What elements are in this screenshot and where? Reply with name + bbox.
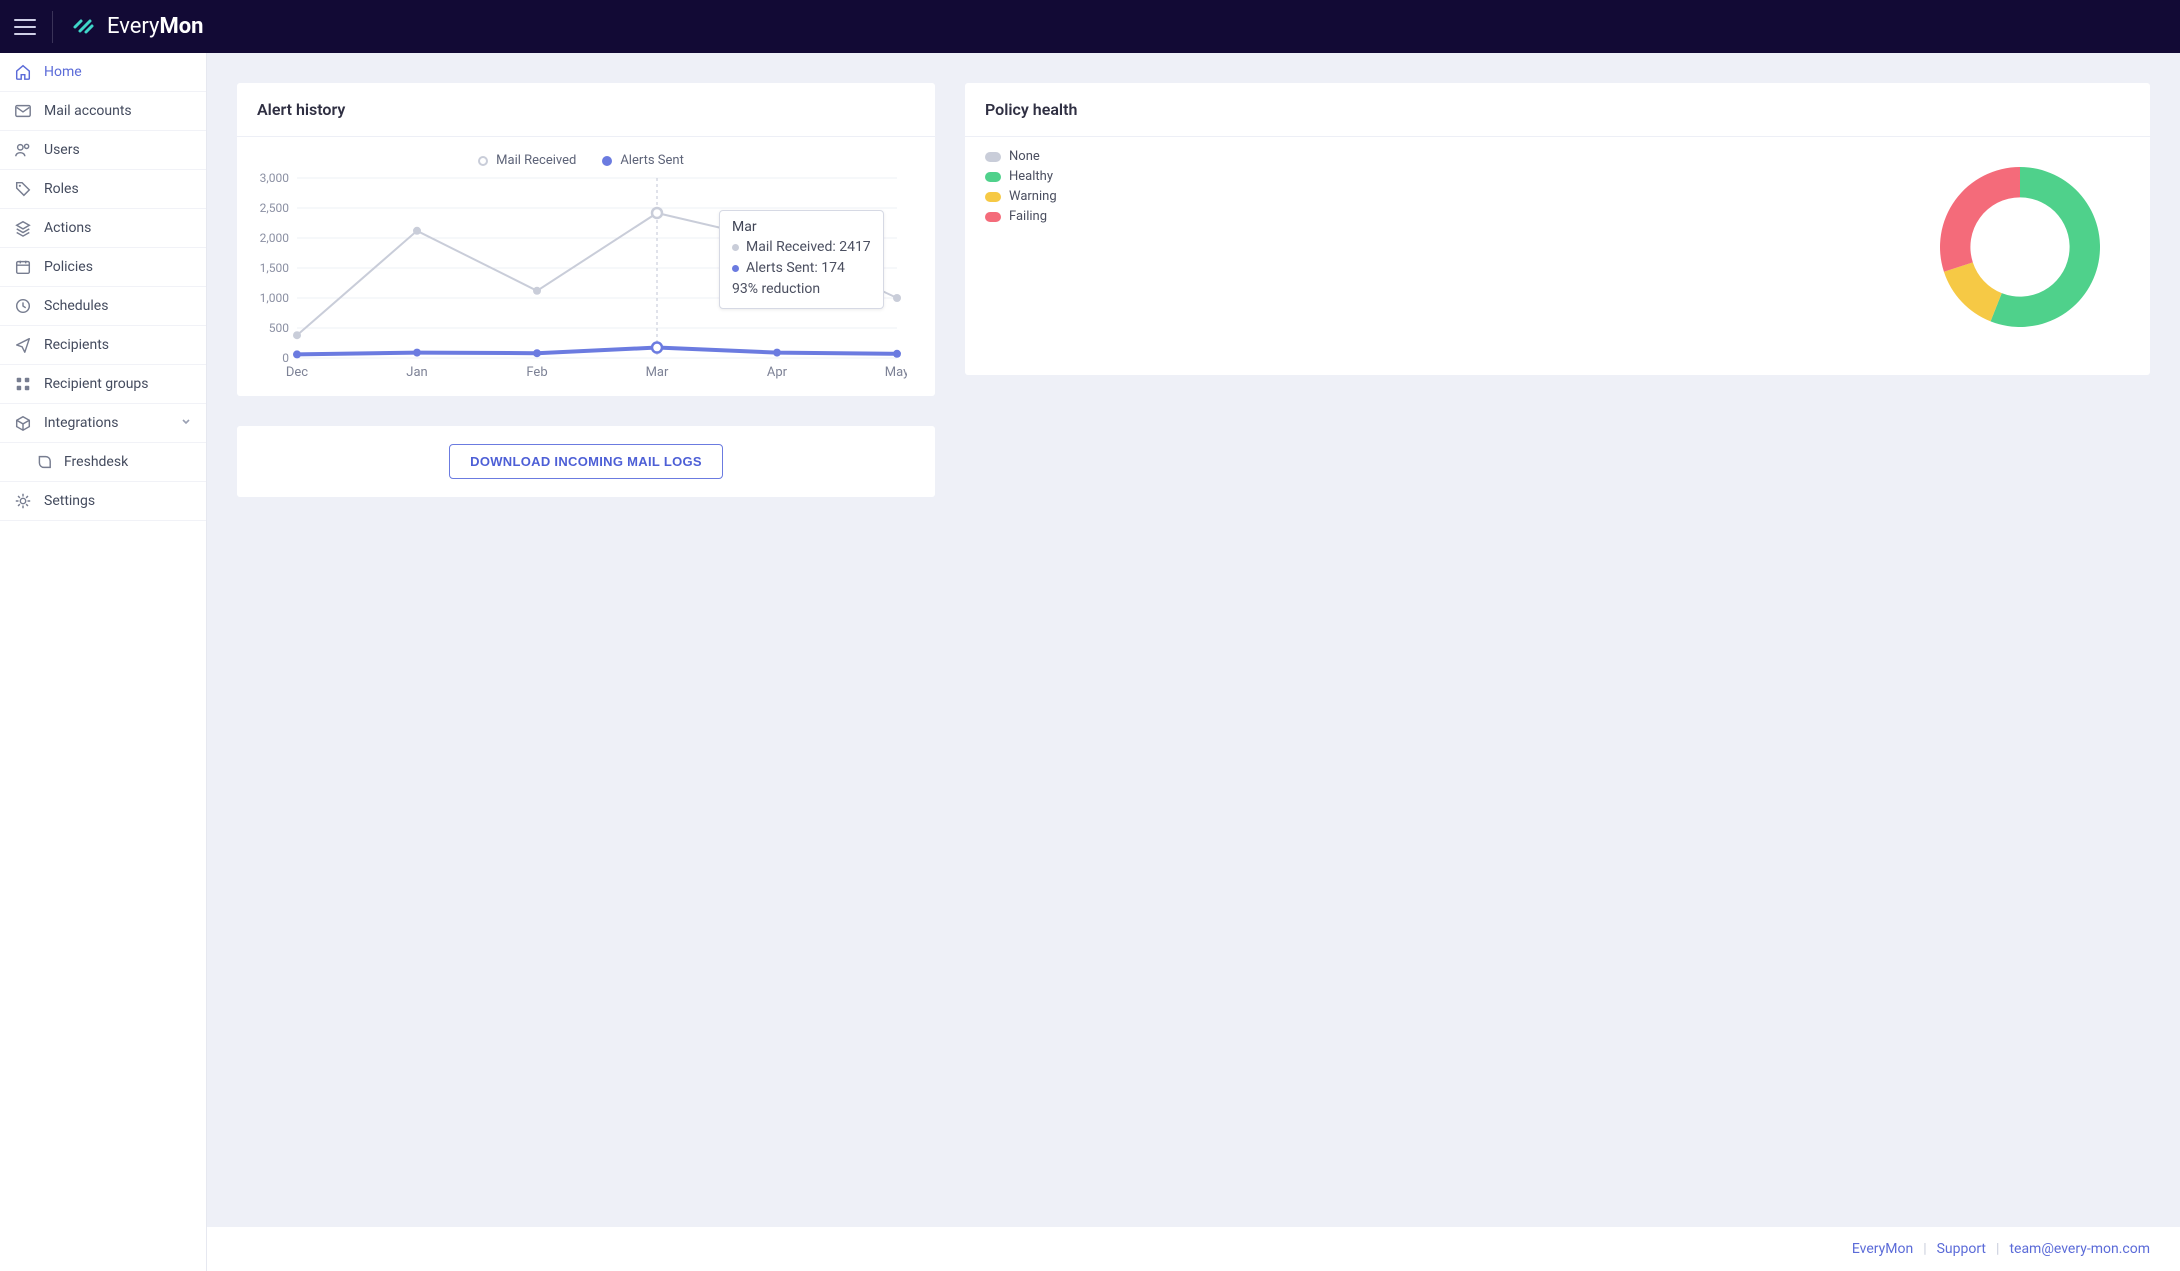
sidebar-item-label: Mail accounts xyxy=(44,103,132,119)
sidebar-item-label: Schedules xyxy=(44,298,108,314)
svg-text:May: May xyxy=(885,365,907,380)
brand-text: EveryMon xyxy=(107,14,203,39)
sidebar-item-actions[interactable]: Actions xyxy=(0,209,206,248)
legend-label: Healthy xyxy=(1009,169,1053,184)
footer: EveryMon | Support | team@every-mon.com xyxy=(207,1227,2180,1271)
legend-label: Alerts Sent xyxy=(620,153,684,168)
sidebar-item-freshdesk[interactable]: Freshdesk xyxy=(0,443,206,482)
sidebar-item-label: Users xyxy=(44,142,80,158)
swatch-healthy xyxy=(985,172,1001,182)
alert-history-card: Alert history Mail Received Alerts Sent … xyxy=(237,83,935,396)
home-icon xyxy=(14,63,32,81)
sidebar-item-label: Home xyxy=(44,64,82,80)
sidebar-item-mail-accounts[interactable]: Mail accounts xyxy=(0,92,206,131)
brand[interactable]: EveryMon xyxy=(69,11,203,43)
sidebar-item-users[interactable]: Users xyxy=(0,131,206,170)
swatch-warning xyxy=(985,192,1001,202)
sidebar-item-integrations[interactable]: Integrations xyxy=(0,404,206,443)
sidebar-item-recipients[interactable]: Recipients xyxy=(0,326,206,365)
calendar-icon xyxy=(14,258,32,276)
policy-health-donut[interactable] xyxy=(1920,147,2120,347)
grid-icon xyxy=(14,375,32,393)
legend-label: Mail Received xyxy=(496,153,576,168)
tooltip-row: Mail Received: 2417 xyxy=(746,237,871,258)
sidebar-item-label: Roles xyxy=(44,181,79,197)
svg-text:Mar: Mar xyxy=(646,365,669,380)
users-icon xyxy=(14,141,32,159)
sidebar-item-label: Integrations xyxy=(44,415,118,431)
legend-dot-alerts xyxy=(602,156,612,166)
topbar: EveryMon xyxy=(0,0,2180,53)
menu-toggle-button[interactable] xyxy=(14,19,36,35)
chart-legend: Mail Received Alerts Sent xyxy=(247,147,915,172)
legend-label: Warning xyxy=(1009,189,1057,204)
freshdesk-icon xyxy=(34,453,52,471)
tag-icon xyxy=(14,180,32,198)
footer-support-link[interactable]: Support xyxy=(1937,1241,1986,1257)
sidebar-item-home[interactable]: Home xyxy=(0,53,206,92)
bullet-icon xyxy=(732,265,739,272)
svg-text:1,500: 1,500 xyxy=(260,261,290,275)
mail-icon xyxy=(14,102,32,120)
layers-icon xyxy=(14,219,32,237)
sidebar: Home Mail accounts Users Roles Actions Polici… xyxy=(0,53,207,1271)
tooltip-reduction: 93% reduction xyxy=(732,279,820,300)
sidebar-item-roles[interactable]: Roles xyxy=(0,170,206,209)
tooltip-title: Mar xyxy=(732,219,871,235)
legend-label: None xyxy=(1009,149,1040,164)
card-title: Policy health xyxy=(965,83,2150,137)
sidebar-item-label: Policies xyxy=(44,259,93,275)
svg-text:1,000: 1,000 xyxy=(260,291,290,305)
download-mail-logs-button[interactable]: DOWNLOAD INCOMING MAIL LOGS xyxy=(449,444,723,479)
legend-label: Failing xyxy=(1009,209,1047,224)
chevron-down-icon xyxy=(180,415,192,431)
tooltip-row: Alerts Sent: 174 xyxy=(746,258,845,279)
svg-text:Jan: Jan xyxy=(406,365,427,380)
svg-text:2,000: 2,000 xyxy=(260,231,290,245)
swatch-failing xyxy=(985,212,1001,222)
sidebar-item-label: Recipients xyxy=(44,337,109,353)
bullet-icon xyxy=(732,244,739,251)
svg-text:Dec: Dec xyxy=(286,365,308,380)
sidebar-item-policies[interactable]: Policies xyxy=(0,248,206,287)
download-card: DOWNLOAD INCOMING MAIL LOGS xyxy=(237,426,935,497)
sidebar-item-settings[interactable]: Settings xyxy=(0,482,206,521)
card-title: Alert history xyxy=(237,83,935,137)
sidebar-item-recipient-groups[interactable]: Recipient groups xyxy=(0,365,206,404)
svg-text:500: 500 xyxy=(269,321,289,335)
policy-legend: None Healthy Warning Failing xyxy=(985,147,1057,224)
sidebar-item-label: Actions xyxy=(44,220,91,236)
send-icon xyxy=(14,336,32,354)
gear-icon xyxy=(14,492,32,510)
sidebar-item-label: Settings xyxy=(44,493,95,509)
clock-icon xyxy=(14,297,32,315)
footer-brand-link[interactable]: EveryMon xyxy=(1852,1241,1913,1257)
legend-dot-mail xyxy=(478,156,488,166)
svg-text:Feb: Feb xyxy=(526,365,547,380)
footer-email-link[interactable]: team@every-mon.com xyxy=(2009,1241,2150,1257)
divider xyxy=(52,11,53,43)
chart-tooltip: Mar Mail Received: 2417 Alerts Sent: 174… xyxy=(719,210,884,309)
svg-text:0: 0 xyxy=(282,351,289,365)
svg-text:3,000: 3,000 xyxy=(260,172,290,185)
svg-text:2,500: 2,500 xyxy=(260,201,290,215)
sidebar-item-label: Freshdesk xyxy=(64,454,128,470)
sidebar-item-schedules[interactable]: Schedules xyxy=(0,287,206,326)
swatch-none xyxy=(985,152,1001,162)
svg-text:Apr: Apr xyxy=(767,365,788,380)
sidebar-item-label: Recipient groups xyxy=(44,376,149,392)
logo-icon xyxy=(69,11,97,43)
policy-health-card: Policy health None Healthy Warning Faili… xyxy=(965,83,2150,375)
box-icon xyxy=(14,414,32,432)
